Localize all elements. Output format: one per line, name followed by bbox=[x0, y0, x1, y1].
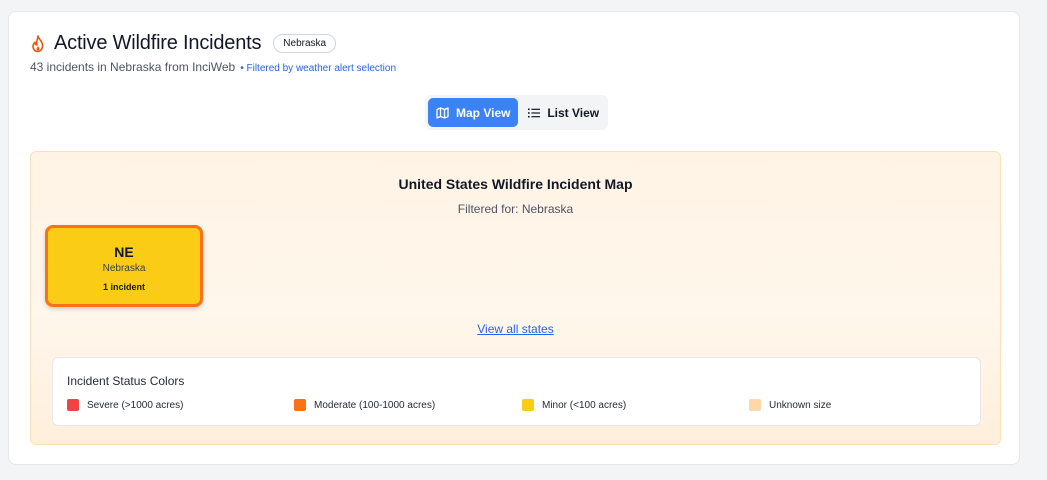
legend-label: Moderate (100-1000 acres) bbox=[314, 399, 436, 411]
state-incident-count: 1 incident bbox=[102, 282, 145, 292]
view-toggle: Map View List View bbox=[425, 95, 608, 130]
incident-count-text: 43 incidents in Nebraska from InciWeb bbox=[30, 60, 236, 74]
map-view-button[interactable]: Map View bbox=[428, 98, 519, 127]
unknown-swatch bbox=[749, 399, 761, 411]
header: Active Wildfire Incidents Nebraska bbox=[30, 32, 337, 55]
severe-swatch bbox=[67, 399, 79, 411]
list-view-label: List View bbox=[547, 105, 600, 120]
flame-icon bbox=[32, 34, 44, 52]
legend-label: Unknown size bbox=[769, 399, 832, 411]
legend-title: Incident Status Colors bbox=[67, 374, 185, 388]
legend-label: Severe (>1000 acres) bbox=[87, 399, 184, 411]
view-all-states-link[interactable]: View all states bbox=[31, 322, 1000, 336]
map-title: United States Wildfire Incident Map bbox=[398, 176, 633, 192]
incident-summary: 43 incidents in Nebraska from InciWeb • F… bbox=[30, 60, 396, 74]
legend-item-severe: Severe (>1000 acres) bbox=[67, 399, 183, 411]
view-all-states-label: View all states bbox=[477, 322, 554, 336]
legend-item-unknown: Unknown size bbox=[749, 399, 831, 411]
map-view-label: Map View bbox=[455, 105, 511, 120]
legend-item-minor: Minor (<100 acres) bbox=[522, 399, 626, 411]
wildfire-incidents-card: Active Wildfire Incidents Nebraska 43 in… bbox=[8, 11, 1020, 465]
map-icon bbox=[436, 106, 449, 119]
legend: Incident Status Colors Severe (>1000 acr… bbox=[52, 357, 981, 426]
list-view-button[interactable]: List View bbox=[522, 98, 605, 127]
legend-item-moderate: Moderate (100-1000 acres) bbox=[294, 399, 435, 411]
list-icon bbox=[528, 108, 541, 117]
filter-note: • Filtered by weather alert selection bbox=[240, 63, 397, 74]
moderate-swatch bbox=[294, 399, 306, 411]
minor-swatch bbox=[522, 399, 534, 411]
state-tile-nebraska[interactable]: NE Nebraska 1 incident bbox=[45, 225, 203, 307]
state-badge: Nebraska bbox=[273, 34, 337, 53]
page-title: Active Wildfire Incidents bbox=[54, 32, 262, 54]
state-code: NE bbox=[114, 244, 134, 260]
state-name: Nebraska bbox=[102, 263, 146, 274]
incident-map-panel: United States Wildfire Incident Map Filt… bbox=[30, 151, 1001, 445]
map-filter-label: Filtered for: Nebraska bbox=[457, 202, 574, 216]
legend-label: Minor (<100 acres) bbox=[542, 399, 627, 411]
